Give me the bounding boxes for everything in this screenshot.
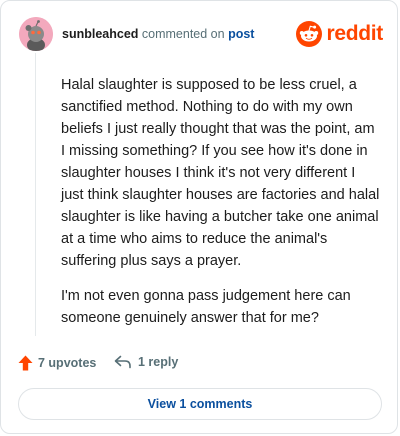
- comment-actions: 7 upvotes 1 reply: [18, 355, 388, 375]
- comment-meta: sunbleahced commented on post: [62, 27, 254, 41]
- upvote-button[interactable]: 7 upvotes: [18, 355, 96, 371]
- reply-count: 1 reply: [138, 355, 179, 369]
- action-text: commented on: [138, 27, 229, 41]
- upvote-count: 7 upvotes: [38, 356, 97, 370]
- comment-paragraph: Halal slaughter is supposed to be less c…: [61, 77, 380, 269]
- reply-arrow-icon: [114, 355, 131, 369]
- snoo-avatar-icon[interactable]: [19, 17, 53, 51]
- reddit-wordmark: reddit: [326, 22, 383, 45]
- thread-line: [35, 53, 36, 336]
- comment-card: sunbleahced commented on post reddit Hal…: [0, 0, 398, 434]
- comment-header: sunbleahced commented on post reddit: [19, 17, 383, 51]
- username-link[interactable]: sunbleahced: [62, 27, 138, 41]
- reddit-logo[interactable]: reddit: [296, 18, 383, 50]
- post-link[interactable]: post: [228, 27, 254, 41]
- reddit-alien-icon: [296, 21, 323, 47]
- view-comments-button[interactable]: View 1 comments: [18, 388, 382, 420]
- comment-body: Halal slaughter is supposed to be less c…: [61, 74, 381, 342]
- comment-paragraph: I'm not even gonna pass judgement here c…: [61, 288, 351, 326]
- upvote-arrow-icon: [18, 355, 33, 371]
- reply-button[interactable]: 1 reply: [114, 355, 178, 369]
